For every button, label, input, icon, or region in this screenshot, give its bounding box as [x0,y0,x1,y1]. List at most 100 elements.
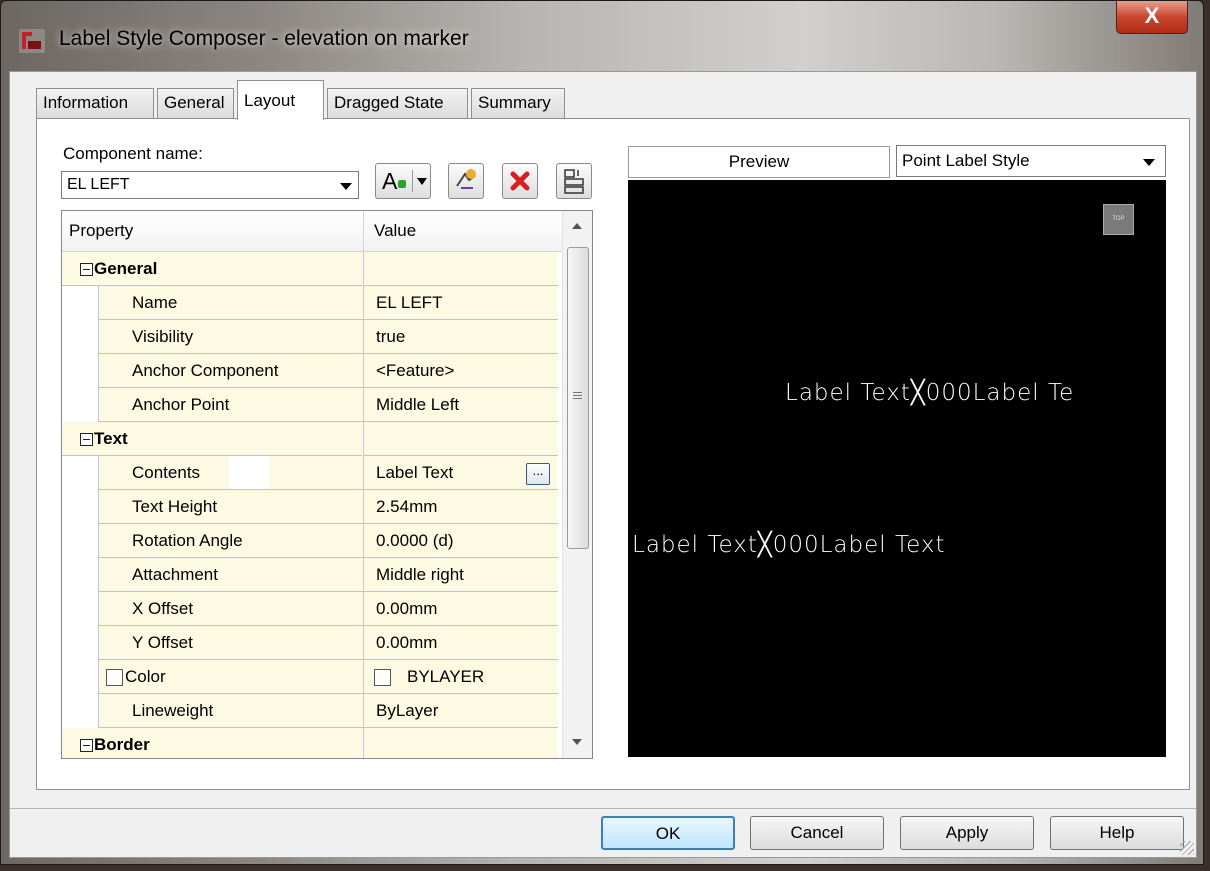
property-value[interactable]: Middle Left [376,395,459,415]
label-style-composer-window: Label Style Composer - elevation on mark… [0,0,1204,865]
property-label: Anchor Component [132,361,279,380]
text-component-icon: A [382,168,398,194]
property-value[interactable]: <Feature> [376,361,454,381]
property-row-color[interactable]: Color BYLAYER [62,660,562,694]
layout-panel: Component name: EL LEFT A Property Value… [36,118,1190,790]
category-value-cell [363,728,558,758]
property-row-name[interactable]: Name EL LEFT [62,286,562,320]
property-row-y-offset[interactable]: Y Offset 0.00mm [62,626,562,660]
category-label: General [94,259,158,278]
collapse-icon[interactable] [80,739,93,752]
chevron-down-icon [417,178,427,185]
property-grid-scrollbar[interactable] [562,211,592,758]
category-text[interactable]: Text [62,422,562,456]
property-row-x-offset[interactable]: X Offset 0.00mm [62,592,562,626]
property-label: Color [125,667,166,686]
value-column-header: Value [374,221,417,240]
property-label: Anchor Point [132,395,230,414]
category-value-cell [363,422,558,456]
civil3d-app-icon [19,29,45,53]
ok-button[interactable]: OK [601,816,735,850]
chevron-down-icon [340,183,352,190]
category-general[interactable]: General [62,252,562,286]
preview-style-select[interactable]: Point Label Style [896,145,1166,177]
copy-component-button[interactable] [448,163,484,199]
property-row-visibility[interactable]: Visibility true [62,320,562,354]
tab-layout[interactable]: Layout [237,80,324,120]
property-value[interactable]: Label Text [376,463,453,483]
category-label: Border [94,735,150,754]
property-label: Y Offset [132,633,193,652]
property-label: Name [132,293,178,312]
edit-contents-button[interactable]: ... [526,463,550,485]
collapse-icon[interactable] [80,433,93,446]
property-label: Contents [132,463,201,482]
property-grid[interactable]: Property Value General Name EL LEFT Visi [61,210,593,759]
title-bar[interactable]: Label Style Composer - elevation on mark… [1,1,1203,71]
apply-button[interactable]: Apply [900,816,1034,850]
preview-label-text-1: Label Text╳000Label Te [785,380,1075,406]
component-draw-order-button[interactable] [556,163,592,199]
close-button[interactable]: X [1116,1,1188,34]
property-row-text-height[interactable]: Text Height 2.54mm [62,490,562,524]
color-swatch [374,669,391,686]
property-value[interactable]: Middle right [376,565,464,585]
scrollbar-thumb[interactable] [567,247,589,549]
help-button[interactable]: Help [1050,816,1184,850]
property-row-lineweight[interactable]: Lineweight ByLayer [62,694,562,728]
color-override-checkbox[interactable] [106,669,123,686]
category-border[interactable]: Border [62,728,562,758]
add-plus-icon [398,180,406,188]
tab-dragged-state[interactable]: Dragged State [327,88,468,118]
property-value[interactable]: 2.54mm [376,497,437,517]
preview-style-value: Point Label Style [902,151,1030,170]
delete-x-icon [510,171,530,191]
split-divider [412,170,413,192]
delete-component-button[interactable] [502,163,538,199]
dialog-body: Information General Layout Dragged State… [9,71,1197,858]
create-text-component-button[interactable]: A [375,163,431,199]
property-label: Text Height [132,497,218,516]
preview-label-text-2: Label Text╳000Label Text [632,532,946,558]
preview-viewport[interactable]: TOP Label Text╳000Label Te Label Text╳00… [628,180,1166,757]
scroll-down-icon[interactable] [572,739,582,745]
grid-header: Property Value [62,211,562,252]
property-value[interactable]: 0.00mm [376,599,437,619]
scroll-up-icon[interactable] [572,223,582,229]
tab-general[interactable]: General [157,88,234,118]
property-label: Attachment [132,565,218,584]
footer-divider [10,808,1196,809]
copy-component-icon [456,169,476,189]
property-label: X Offset [132,599,194,618]
property-value[interactable]: ByLayer [376,701,438,721]
component-name-value: EL LEFT [67,176,130,193]
property-label: Lineweight [132,701,214,720]
property-value[interactable]: 0.0000 (d) [376,531,454,551]
draw-order-icon [564,169,584,194]
viewcube-top-icon[interactable]: TOP [1103,204,1134,235]
tab-information[interactable]: Information [36,88,154,118]
property-row-rotation-angle[interactable]: Rotation Angle 0.0000 (d) [62,524,562,558]
category-value-cell [363,252,558,286]
grip-lines-icon [573,392,582,393]
property-row-anchor-component[interactable]: Anchor Component <Feature> [62,354,562,388]
preview-label: Preview [628,146,890,178]
component-name-select[interactable]: EL LEFT [61,171,359,199]
property-column-header: Property [69,221,134,240]
property-value[interactable]: true [376,327,405,347]
property-label: Visibility [132,327,194,346]
resize-grip-icon[interactable] [1180,841,1194,855]
cancel-button[interactable]: Cancel [750,816,884,850]
column-separator [363,211,364,251]
window-title: Label Style Composer - elevation on mark… [59,27,469,50]
property-row-contents[interactable]: Contents Label Text ... [62,456,562,490]
component-name-label: Component name: [63,144,203,163]
collapse-icon[interactable] [80,263,93,276]
property-value[interactable]: EL LEFT [376,293,442,313]
property-row-attachment[interactable]: Attachment Middle right [62,558,562,592]
category-label: Text [94,429,128,448]
property-value[interactable]: BYLAYER [407,667,484,687]
property-value[interactable]: 0.00mm [376,633,437,653]
tab-summary[interactable]: Summary [471,88,565,118]
property-row-anchor-point[interactable]: Anchor Point Middle Left [62,388,562,422]
